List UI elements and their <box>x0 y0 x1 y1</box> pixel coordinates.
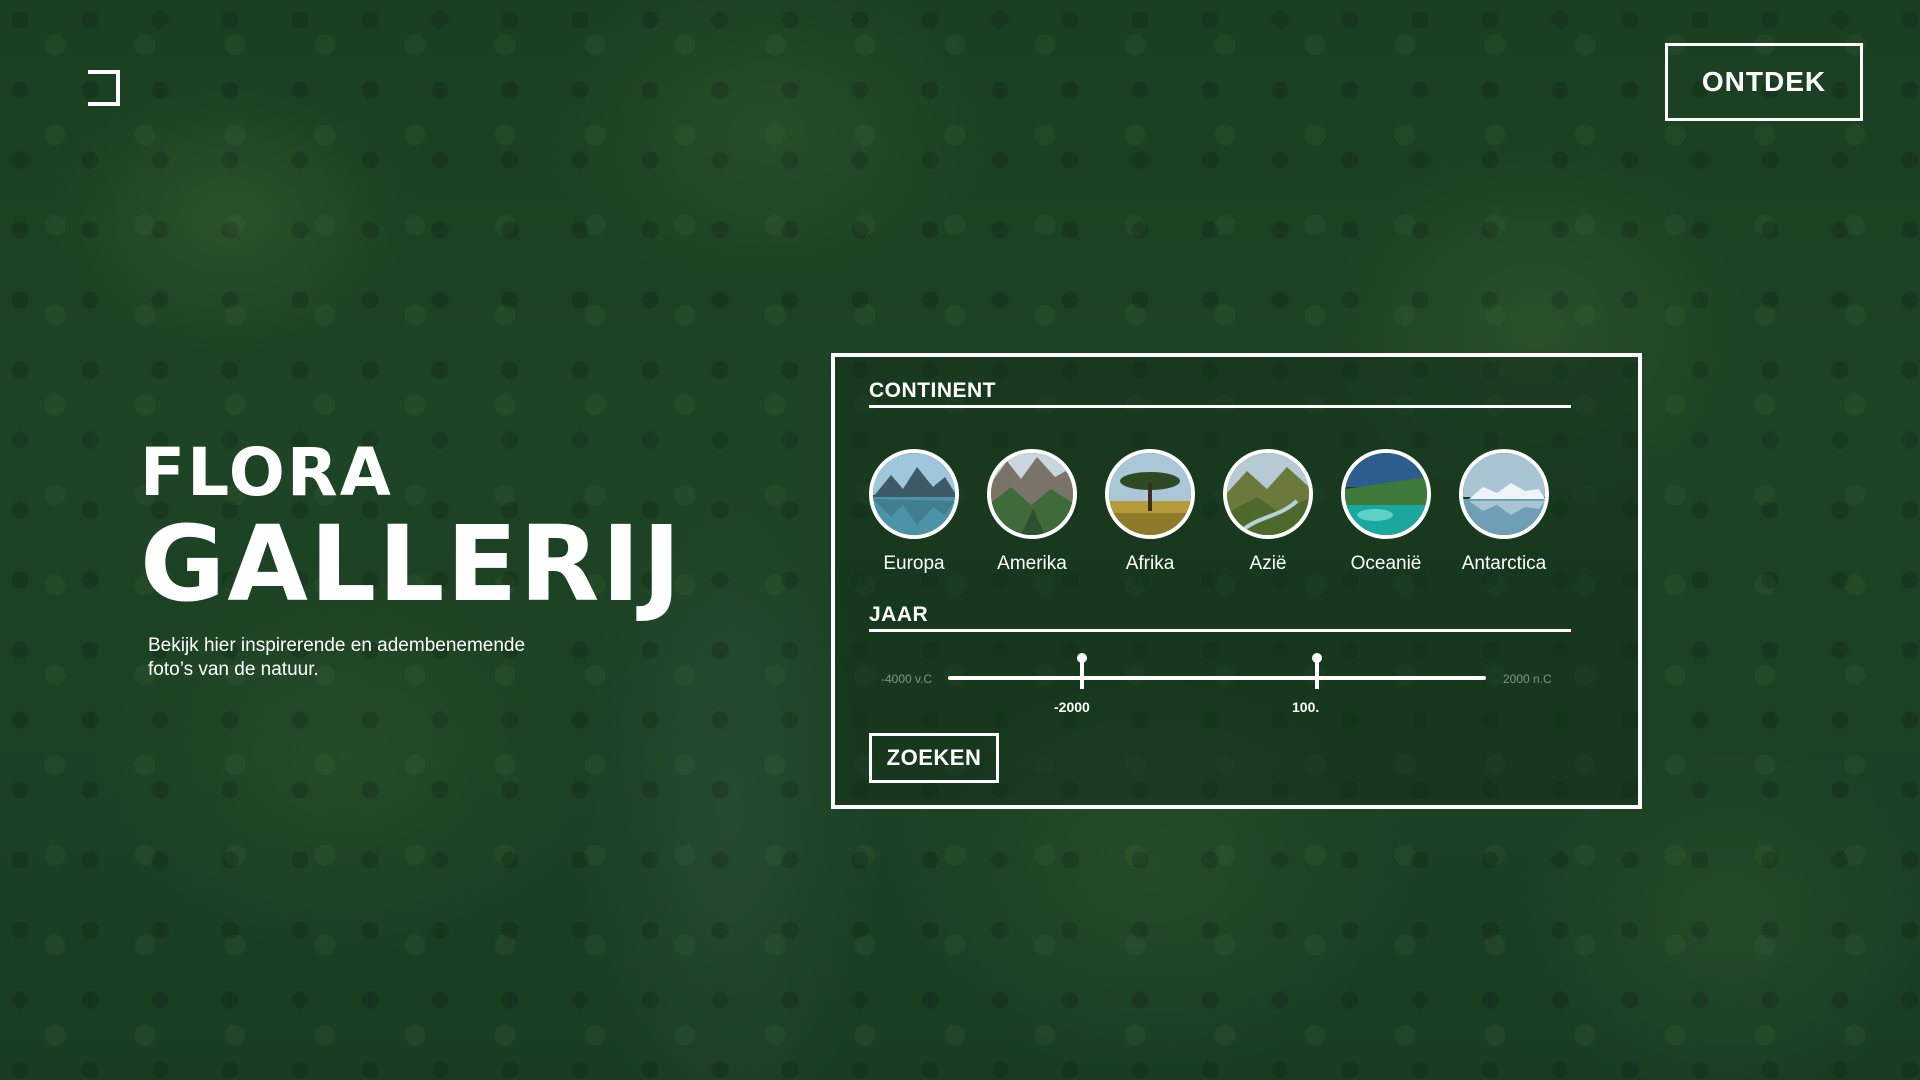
continent-name: Azië <box>1249 553 1287 574</box>
continent-name: Afrika <box>1125 553 1175 574</box>
continent-option-oceanie[interactable]: Oceanië <box>1341 449 1431 575</box>
iceberg-thumbnail[interactable] <box>1459 449 1549 539</box>
continent-name: Antarctica <box>1461 553 1547 574</box>
river-valley-thumbnail[interactable] <box>1223 449 1313 539</box>
continent-option-azie[interactable]: Azië <box>1223 449 1313 575</box>
hero-section: FLORA GALLERIJ Bekijk hier inspirerende … <box>140 440 683 682</box>
hero-subtitle: Bekijk hier inspirerende en adembenemend… <box>148 635 526 680</box>
year-slider-track[interactable] <box>948 676 1486 680</box>
hero-title-main: GALLERIJ <box>140 503 683 625</box>
bracket-logo-icon[interactable] <box>88 70 120 106</box>
year-slider-end-handle[interactable] <box>1311 653 1323 689</box>
tropical-lagoon-thumbnail[interactable] <box>1341 449 1431 539</box>
continent-option-amerika[interactable]: Amerika <box>987 449 1077 575</box>
year-slider-start-handle[interactable] <box>1076 653 1088 689</box>
continent-name: Amerika <box>997 553 1067 574</box>
continent-option-europa[interactable]: Europa <box>869 449 959 575</box>
continent-section-label: CONTINENT <box>869 379 1571 408</box>
year-start-value: -2000 <box>1054 699 1090 715</box>
discover-button[interactable]: ONTDEK <box>1665 43 1863 121</box>
continent-options: Europa Amerika Afrika Azië Oceanië Antar… <box>869 449 1549 575</box>
continent-option-afrika[interactable]: Afrika <box>1105 449 1195 575</box>
search-button[interactable]: ZOEKEN <box>869 733 999 783</box>
continent-name: Europa <box>883 553 945 574</box>
search-filter-panel: CONTINENT Europa Amerika Afrika Azië Oce… <box>831 353 1642 809</box>
year-section-label: JAAR <box>869 603 1571 632</box>
canyon-mountain-thumbnail[interactable] <box>987 449 1077 539</box>
continent-option-antarctica[interactable]: Antarctica <box>1459 449 1549 575</box>
continent-name: Oceanië <box>1350 553 1422 574</box>
year-range-min-label: -4000 v.C <box>881 672 933 686</box>
hero-title-top: FLORA <box>140 434 393 511</box>
year-range-max-label: 2000 n.C <box>1503 672 1552 686</box>
mountain-lake-thumbnail[interactable] <box>869 449 959 539</box>
savanna-tree-thumbnail[interactable] <box>1105 449 1195 539</box>
year-end-value: 100. <box>1292 699 1320 715</box>
